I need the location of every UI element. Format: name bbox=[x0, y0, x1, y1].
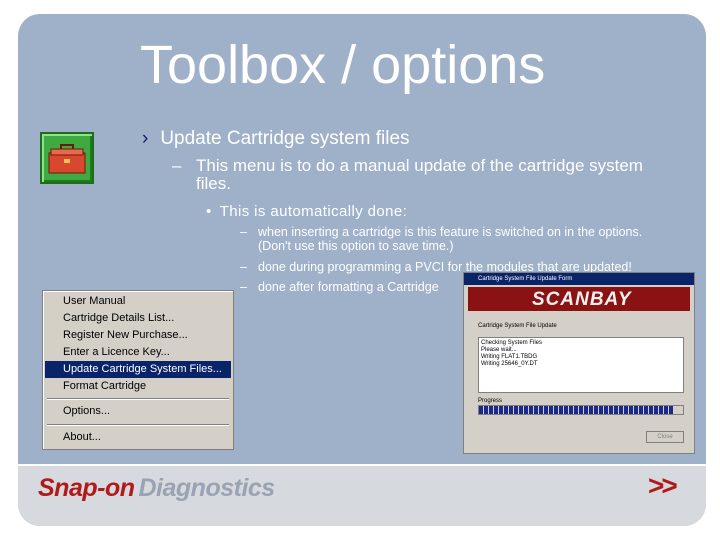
dash-marker: – bbox=[240, 260, 247, 274]
bullet-text: Update Cartridge system files bbox=[160, 128, 410, 149]
menu-separator bbox=[47, 398, 229, 400]
bullet-text-line1: This menu is to do a manual update of th… bbox=[196, 156, 643, 175]
bullet-text: This is automatically done: bbox=[219, 203, 408, 220]
dialog-banner: SCANBAY bbox=[468, 287, 690, 311]
next-slide-button[interactable]: >> bbox=[648, 470, 678, 502]
menu-item-user-manual[interactable]: User Manual bbox=[45, 293, 231, 310]
update-dialog: Cartridge System File Update Form SCANBA… bbox=[463, 272, 695, 454]
menu-item-cartridge-details[interactable]: Cartridge Details List... bbox=[45, 310, 231, 327]
scanbay-logo: SCANBAY bbox=[532, 289, 632, 310]
menu-separator bbox=[47, 424, 229, 426]
bullet-automatic: • This is automatically done: bbox=[206, 203, 407, 220]
menu-item-format-cartridge[interactable]: Format Cartridge bbox=[45, 378, 231, 395]
menu-item-licence-key[interactable]: Enter a Licence Key... bbox=[45, 344, 231, 361]
progress-label: Progress bbox=[478, 398, 503, 404]
toolbox-icon[interactable] bbox=[40, 132, 94, 184]
sub-text: done after formatting a Cartridge bbox=[258, 280, 439, 294]
bullet-update-cartridge: › Update Cartridge system files bbox=[142, 128, 410, 150]
snapon-diagnostics-logo: Snap-on Diagnostics bbox=[38, 474, 275, 503]
dialog-title: Cartridge System File Update Form bbox=[464, 273, 694, 285]
brand-diagnostics: Diagnostics bbox=[138, 474, 276, 502]
menu-item-options[interactable]: Options... bbox=[45, 403, 231, 420]
dialog-log-list[interactable]: Checking System Files Please wait... Wri… bbox=[478, 337, 684, 393]
sub-text-line1: when inserting a cartridge is this featu… bbox=[258, 225, 643, 239]
sub-bullet-inserting: – when inserting a cartridge is this fea… bbox=[240, 225, 700, 253]
log-line: Please wait... bbox=[481, 347, 517, 353]
dot-marker: • bbox=[206, 203, 212, 220]
progress-bar bbox=[478, 405, 684, 415]
bullet-menu-description: – This menu is to do a manual update of … bbox=[172, 157, 702, 193]
menu-item-update-system-files[interactable]: Update Cartridge System Files... bbox=[45, 361, 231, 378]
toolbox-menu: User Manual Cartridge Details List... Re… bbox=[42, 290, 234, 450]
brand-snapon: Snap-on bbox=[38, 474, 135, 502]
log-line: Writing 25646_0Y.DT bbox=[481, 361, 538, 367]
dash-marker: – bbox=[240, 225, 247, 239]
log-line: Writing FLAT1.TBDG bbox=[481, 354, 538, 360]
close-button[interactable]: Close bbox=[646, 431, 684, 443]
log-line: Checking System Files bbox=[481, 340, 543, 346]
dash-marker: – bbox=[172, 156, 182, 175]
bullet-marker: › bbox=[142, 128, 149, 149]
sub-text-line2: (Don't use this option to save time.) bbox=[258, 239, 454, 253]
progress-fill bbox=[479, 406, 673, 414]
dash-marker: – bbox=[240, 280, 247, 294]
bullet-text-line2: files. bbox=[196, 174, 231, 193]
menu-item-about[interactable]: About... bbox=[45, 429, 231, 446]
sub-bullet-formatting: – done after formatting a Cartridge bbox=[240, 280, 460, 294]
dialog-heading: Cartridge System File Update bbox=[478, 323, 557, 329]
slide-title: Toolbox / options bbox=[140, 35, 546, 95]
menu-item-register-purchase[interactable]: Register New Purchase... bbox=[45, 327, 231, 344]
